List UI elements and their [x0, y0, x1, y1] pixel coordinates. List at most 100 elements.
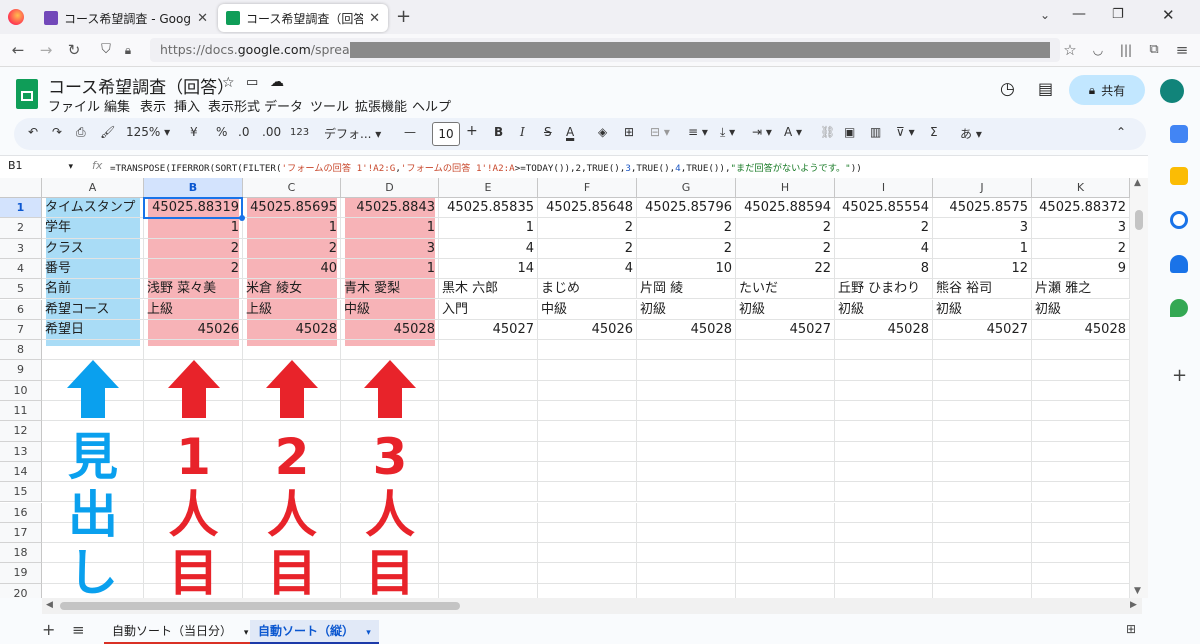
cell[interactable] — [1032, 401, 1130, 422]
cell[interactable] — [341, 502, 439, 523]
scroll-thumb[interactable] — [1135, 210, 1143, 230]
cell[interactable] — [42, 563, 144, 584]
document-title[interactable]: コース希望調査（回答） — [48, 73, 234, 98]
address-bar[interactable]: https://docs.google.com/spreadsheets/ — [150, 38, 1060, 62]
cell[interactable]: 3 — [1032, 218, 1130, 239]
cell[interactable]: 初級 — [835, 299, 933, 320]
cell[interactable] — [243, 502, 341, 523]
cell[interactable] — [933, 583, 1032, 598]
cell[interactable]: タイムスタンプ — [42, 198, 144, 219]
restore-icon[interactable]: ❐ — [1112, 7, 1124, 22]
cell[interactable]: 45027 — [933, 319, 1032, 341]
cell[interactable]: 3 — [341, 238, 439, 259]
cell[interactable] — [144, 583, 243, 598]
row-header-10[interactable]: 10 — [0, 380, 42, 401]
cell[interactable]: 丘野 ひまわり — [835, 279, 933, 300]
cell[interactable] — [835, 543, 933, 564]
cell[interactable] — [736, 401, 835, 422]
menu-insert[interactable]: 挿入 — [174, 96, 200, 115]
cell[interactable]: 3 — [933, 218, 1032, 239]
cell[interactable] — [933, 421, 1032, 442]
cell[interactable]: 9 — [1032, 258, 1130, 280]
insert-comment-icon[interactable]: ▣ — [844, 125, 855, 139]
cell[interactable] — [243, 563, 341, 584]
bold-button[interactable]: B — [494, 125, 503, 139]
increase-font-size-button[interactable]: + — [466, 123, 478, 139]
sheet-tab-today[interactable]: 自動ソート（当日分） ▾ — [104, 620, 257, 644]
cell[interactable] — [933, 502, 1032, 523]
cell[interactable]: 40 — [243, 258, 341, 280]
cell[interactable] — [1032, 583, 1130, 598]
cell[interactable] — [42, 461, 144, 483]
row-header-4[interactable]: 4 — [0, 258, 42, 280]
cell[interactable] — [736, 522, 835, 544]
cell[interactable]: 14 — [439, 258, 538, 280]
column-header-i[interactable]: I — [835, 178, 933, 198]
column-header-d[interactable]: D — [341, 178, 439, 198]
cell[interactable] — [637, 360, 736, 381]
cell[interactable] — [439, 360, 538, 381]
scroll-thumb[interactable] — [60, 602, 460, 610]
cell[interactable]: 名前 — [42, 279, 144, 300]
cell[interactable] — [439, 461, 538, 483]
cell[interactable] — [933, 482, 1032, 503]
comments-icon[interactable]: ▤ — [1038, 79, 1053, 98]
cell[interactable] — [243, 543, 341, 564]
increase-decimal-button[interactable]: .00 — [262, 125, 281, 139]
cell[interactable]: 2 — [144, 238, 243, 259]
cell[interactable] — [637, 441, 736, 462]
cell[interactable]: 2 — [538, 238, 637, 259]
cell[interactable]: 2 — [637, 218, 736, 239]
explore-icon[interactable]: ⊞ — [1126, 622, 1136, 636]
cell[interactable]: 4 — [538, 258, 637, 280]
more-formats-button[interactable]: 123 — [290, 127, 309, 138]
cell[interactable] — [736, 583, 835, 598]
cell[interactable] — [439, 502, 538, 523]
cell[interactable] — [439, 401, 538, 422]
browser-tab-form[interactable]: コース希望調査 - Google フォーム ✕ — [36, 4, 216, 32]
cell[interactable] — [144, 380, 243, 401]
cell[interactable] — [144, 461, 243, 483]
cell[interactable]: 熊谷 裕司 — [933, 279, 1032, 300]
row-header-3[interactable]: 3 — [0, 238, 42, 259]
cell[interactable] — [341, 563, 439, 584]
cell[interactable] — [835, 401, 933, 422]
cell[interactable] — [637, 401, 736, 422]
cell[interactable] — [42, 340, 144, 361]
app-menu-icon[interactable]: ≡ — [1172, 40, 1192, 60]
cell[interactable] — [243, 360, 341, 381]
decrease-font-size-button[interactable]: — — [404, 125, 416, 139]
cell[interactable]: 8 — [835, 258, 933, 280]
cell[interactable] — [933, 461, 1032, 483]
menu-view[interactable]: 表示 — [140, 96, 166, 115]
menu-edit[interactable]: 編集 — [104, 96, 130, 115]
sheet-tab-vertical[interactable]: 自動ソート（縦） ▾ — [250, 620, 379, 644]
firefox-logo-icon[interactable] — [8, 9, 24, 25]
cell[interactable] — [243, 340, 341, 361]
cell[interactable] — [341, 583, 439, 598]
cell[interactable]: 入門 — [439, 299, 538, 320]
cell[interactable] — [439, 441, 538, 462]
cell[interactable] — [538, 482, 637, 503]
cell[interactable]: 上級 — [243, 299, 341, 320]
cell[interactable]: 45025.85695 — [243, 198, 341, 219]
cloud-status-icon[interactable]: ☁ — [270, 74, 284, 90]
cell[interactable] — [1032, 340, 1130, 361]
align-icon[interactable]: ≡ ▾ — [688, 125, 708, 139]
cell[interactable] — [1032, 360, 1130, 381]
row-header-11[interactable]: 11 — [0, 401, 42, 422]
cell[interactable] — [538, 360, 637, 381]
cell[interactable]: 片瀬 雅之 — [1032, 279, 1130, 300]
reload-icon[interactable]: ↻ — [64, 40, 84, 60]
scroll-down-icon[interactable]: ▼ — [1134, 586, 1141, 596]
cell[interactable]: 番号 — [42, 258, 144, 280]
library-icon[interactable]: ||| — [1116, 40, 1136, 60]
cell[interactable] — [736, 482, 835, 503]
redo-icon[interactable]: ↷ — [52, 125, 62, 139]
cell[interactable] — [341, 360, 439, 381]
cell[interactable] — [341, 543, 439, 564]
horizontal-scrollbar[interactable]: ◀ ▶ — [42, 598, 1142, 614]
forward-icon[interactable]: → — [36, 40, 56, 60]
cell[interactable]: 2 — [736, 218, 835, 239]
cell[interactable] — [538, 543, 637, 564]
